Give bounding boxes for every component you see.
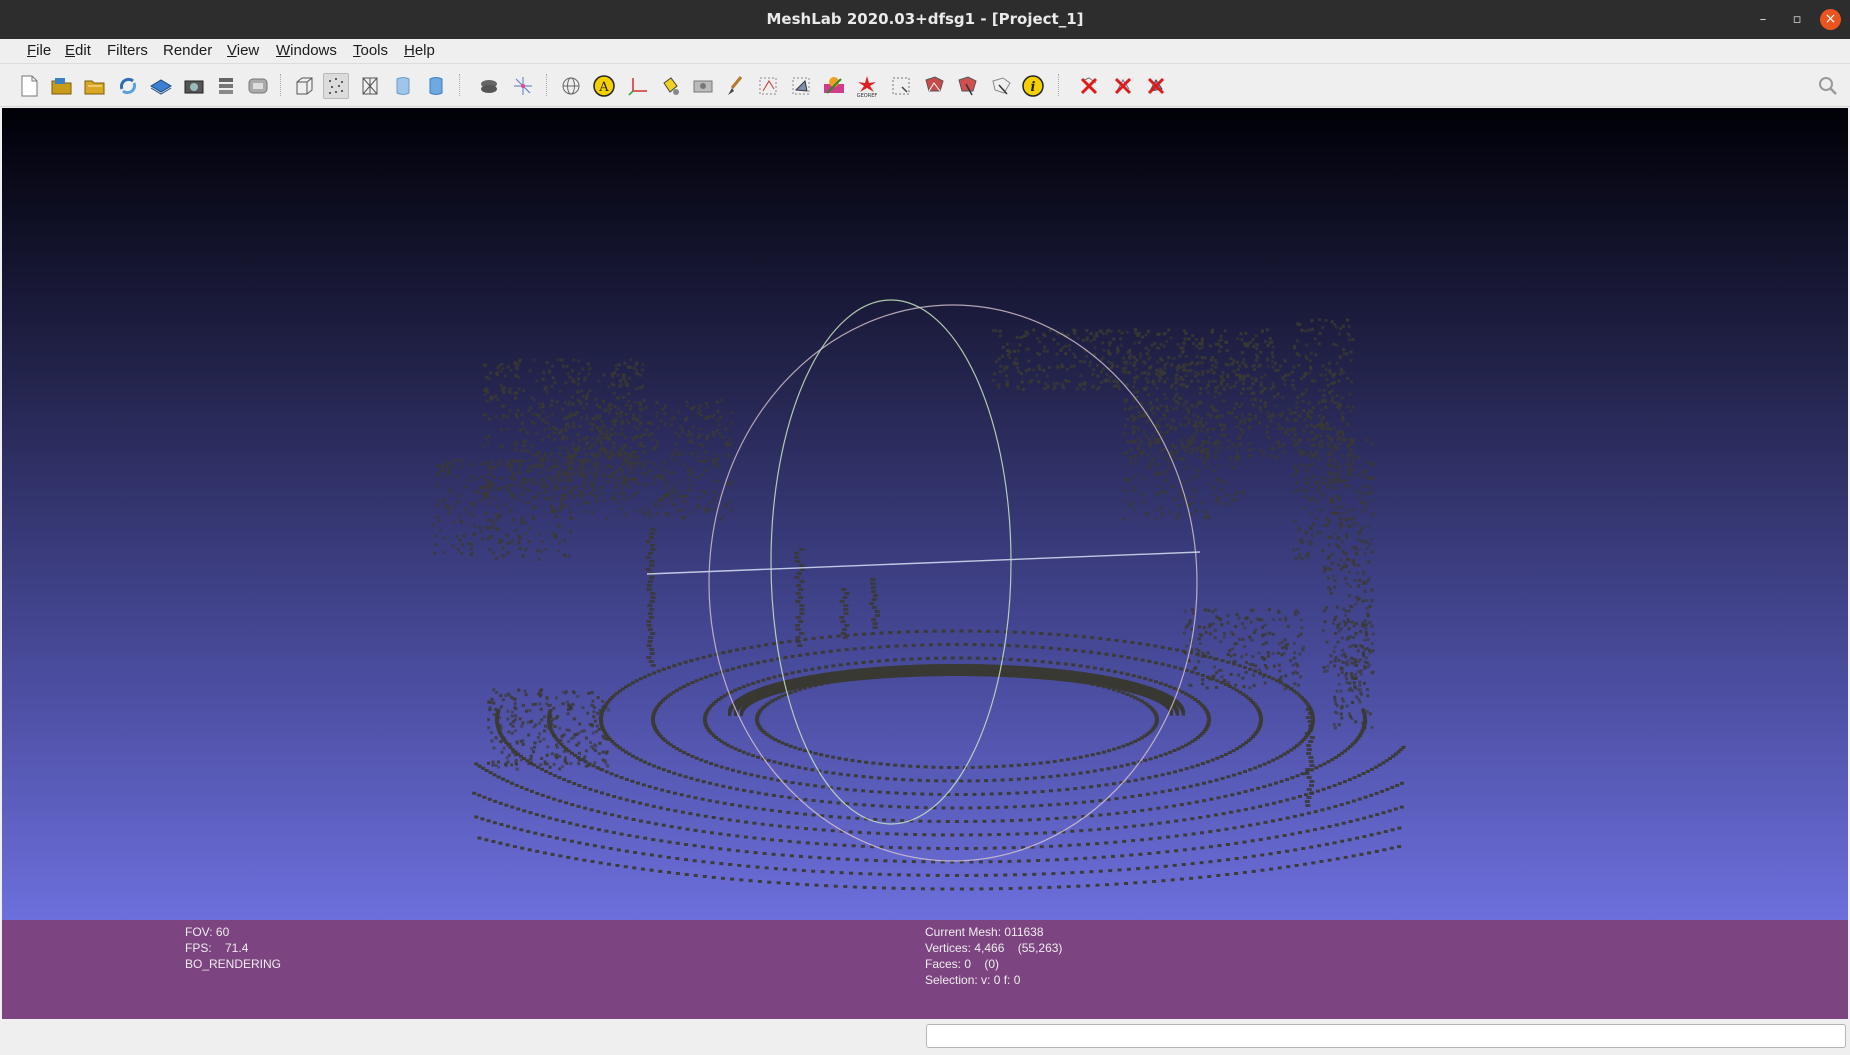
trackball-ring-vertical bbox=[770, 299, 1012, 825]
smooth-icon[interactable] bbox=[423, 73, 449, 99]
menu-help[interactable]: Help bbox=[404, 39, 435, 63]
trackball-gizmo[interactable] bbox=[646, 299, 1201, 862]
lighting-icon[interactable] bbox=[476, 73, 502, 99]
select-region-icon[interactable] bbox=[888, 73, 914, 99]
pick-points-icon[interactable] bbox=[954, 73, 980, 99]
open-project-icon[interactable] bbox=[49, 73, 75, 99]
main-toolbar: A GEOREF i bbox=[0, 64, 1850, 107]
svg-text:GEOREF: GEOREF bbox=[857, 93, 878, 98]
rendering-mode: BO_RENDERING bbox=[185, 957, 282, 971]
faces-count: Faces: 0 (0) bbox=[925, 957, 1000, 971]
minimize-button[interactable]: – bbox=[1748, 0, 1778, 39]
sphere-icon[interactable] bbox=[558, 73, 584, 99]
paint-bucket-icon[interactable] bbox=[657, 73, 683, 99]
menu-view[interactable]: View bbox=[227, 39, 259, 63]
status-progress-field bbox=[926, 1024, 1846, 1048]
render-stats: FOV: 60 FPS: 71.4 BO_RENDERING bbox=[185, 924, 281, 972]
menu-render[interactable]: Render bbox=[163, 39, 212, 63]
fov-readout: FOV: 60 bbox=[185, 925, 230, 939]
trackball-ring-equator bbox=[646, 551, 1201, 575]
point-cloud-scene[interactable] bbox=[2, 108, 1848, 920]
menu-tools[interactable]: Tools bbox=[353, 39, 388, 63]
select-vertices-icon[interactable] bbox=[755, 73, 781, 99]
status-bar bbox=[0, 1020, 1850, 1055]
camera-align-icon[interactable] bbox=[690, 73, 716, 99]
svg-text:i: i bbox=[1031, 80, 1036, 95]
menu-bar: File Edit Filters Render View Windows To… bbox=[0, 39, 1850, 95]
brush-icon[interactable] bbox=[722, 73, 748, 99]
vertices-count: Vertices: 4,466 (55,263) bbox=[925, 941, 1063, 955]
delete-selected-icon[interactable] bbox=[1076, 73, 1102, 99]
select-faces-icon[interactable] bbox=[788, 73, 814, 99]
axis-icon[interactable] bbox=[625, 73, 651, 99]
raster-icon[interactable] bbox=[245, 73, 271, 99]
3d-viewport[interactable] bbox=[2, 108, 1848, 920]
toolbar-separator bbox=[459, 74, 462, 96]
selection-count: Selection: v: 0 f: 0 bbox=[925, 973, 1021, 987]
bounding-box-icon[interactable] bbox=[291, 73, 317, 99]
annotation-a-icon[interactable]: A bbox=[591, 73, 617, 99]
mesh-stats: Current Mesh: 011638 Vertices: 4,466 (55… bbox=[925, 924, 1062, 988]
export-mesh-icon[interactable] bbox=[148, 73, 174, 99]
svg-text:A: A bbox=[598, 80, 609, 95]
toolbar-separator bbox=[280, 74, 283, 96]
menu-windows[interactable]: Windows bbox=[276, 39, 337, 63]
new-project-icon[interactable] bbox=[16, 73, 42, 99]
trackball-ring-horizontal bbox=[708, 304, 1198, 862]
georef-icon[interactable]: GEOREF bbox=[854, 73, 880, 99]
menu-filters[interactable]: Filters bbox=[107, 39, 148, 63]
reload-icon[interactable] bbox=[115, 73, 141, 99]
wireframe-icon[interactable] bbox=[357, 73, 383, 99]
delete-faces-icon[interactable] bbox=[1143, 73, 1169, 99]
fps-readout: FPS: 71.4 bbox=[185, 941, 249, 955]
menu-file[interactable]: File bbox=[27, 39, 51, 63]
toolbar-separator bbox=[546, 74, 549, 96]
select-connected-icon[interactable] bbox=[988, 73, 1014, 99]
snapshot-icon[interactable] bbox=[181, 73, 207, 99]
close-button[interactable]: × bbox=[1820, 9, 1841, 30]
layers-icon[interactable] bbox=[213, 73, 239, 99]
window-title: MeshLab 2020.03+dfsg1 - [Project_1] bbox=[766, 10, 1084, 28]
points-icon[interactable] bbox=[323, 73, 349, 99]
point-cloud bbox=[432, 318, 1406, 891]
import-mesh-icon[interactable] bbox=[82, 73, 108, 99]
info-icon[interactable]: i bbox=[1020, 73, 1046, 99]
title-bar: MeshLab 2020.03+dfsg1 - [Project_1] – ▫ … bbox=[0, 0, 1850, 39]
axes-trackball-icon[interactable] bbox=[510, 73, 536, 99]
delete-vertices-icon[interactable] bbox=[1110, 73, 1136, 99]
flat-icon[interactable] bbox=[390, 73, 416, 99]
mesh-info-panel: FOV: 60 FPS: 71.4 BO_RENDERING Current M… bbox=[2, 920, 1848, 1019]
current-mesh-label: Current Mesh: 011638 bbox=[925, 925, 1044, 939]
select-icon[interactable] bbox=[921, 73, 947, 99]
restore-button[interactable]: ▫ bbox=[1782, 0, 1812, 39]
toolbar-separator bbox=[1058, 74, 1061, 96]
measure-icon[interactable] bbox=[821, 73, 847, 99]
menu-edit[interactable]: Edit bbox=[65, 39, 91, 63]
search-icon[interactable] bbox=[1815, 73, 1841, 99]
